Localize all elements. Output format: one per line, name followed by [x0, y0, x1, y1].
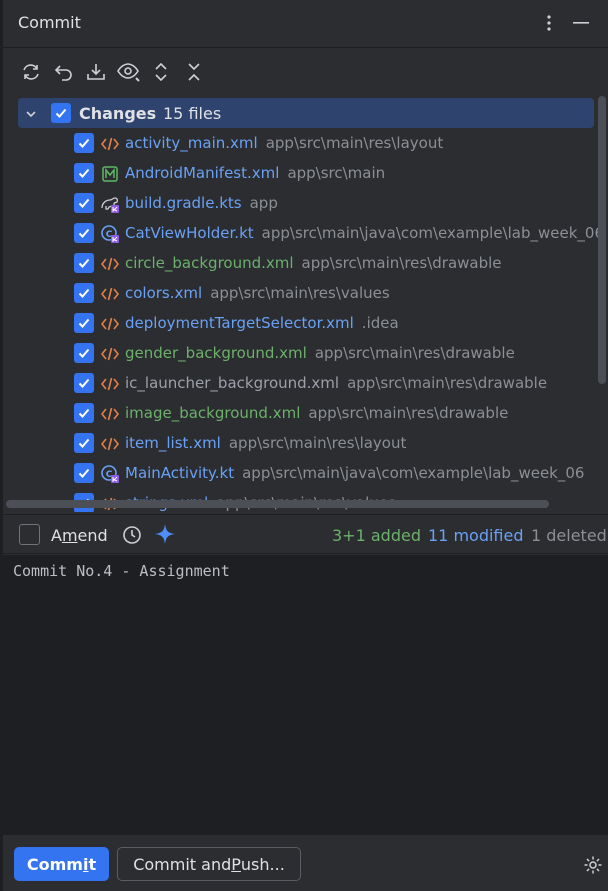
file-name: circle_background.xml app\src\main\res\dr… — [125, 254, 502, 272]
file-row[interactable]: AndroidManifest.xml app\src\main — [3, 158, 608, 188]
gradle-kts-file-icon — [100, 194, 120, 214]
xml-file-icon — [100, 284, 120, 304]
file-name: gender_background.xml app\src\main\res\dr… — [125, 344, 515, 362]
file-checkbox[interactable] — [74, 433, 94, 453]
file-path: app\src\main\res\drawable — [314, 344, 515, 362]
file-path: .idea — [361, 314, 399, 332]
chevron-down-icon[interactable] — [24, 106, 38, 120]
file-row[interactable]: image_background.xml app\src\main\res\dra… — [3, 398, 608, 428]
file-row[interactable]: C MainActivity.kt app\src\main\java\com\ex… — [3, 458, 608, 488]
changes-group-row[interactable]: Changes 15 files — [18, 98, 594, 128]
manifest-file-icon — [100, 164, 120, 184]
file-row[interactable]: item_list.xml app\src\main\res\layout — [3, 428, 608, 458]
file-row[interactable]: circle_background.xml app\src\main\res\dr… — [3, 248, 608, 278]
commit-message-editor[interactable]: Commit No.4 - Assignment — [3, 555, 608, 835]
tree-vertical-scrollbar[interactable] — [598, 96, 606, 384]
file-checkbox[interactable] — [74, 343, 94, 363]
file-path: app\src\main\java\com\example\lab_week_0… — [261, 224, 604, 242]
file-row[interactable]: activity_main.xml app\src\main\res\layout — [3, 128, 608, 158]
changes-tree[interactable]: Changes 15 files activity_main.xml app\sr… — [3, 98, 608, 512]
file-path: app\src\main\res\drawable — [301, 254, 502, 272]
commit-panel: Commit Changes 15 files activity_main.xm… — [0, 0, 608, 891]
file-checkbox[interactable] — [74, 373, 94, 393]
tree-horizontal-scrollbar[interactable] — [6, 500, 549, 508]
preview-diff-icon[interactable] — [117, 60, 141, 84]
shelve-icon[interactable] — [84, 60, 108, 84]
file-checkbox[interactable] — [74, 133, 94, 153]
changes-file-count: 15 files — [163, 104, 222, 123]
xml-file-icon — [100, 374, 120, 394]
file-path: app\src\main\res\layout — [228, 434, 407, 452]
file-path: app\src\main\java\com\example\lab_week_0… — [242, 464, 585, 482]
file-checkbox[interactable] — [74, 313, 94, 333]
commit-toolbar — [3, 54, 608, 90]
commit-header: Commit — [3, 0, 608, 48]
xml-file-icon — [100, 434, 120, 454]
file-name: MainActivity.kt app\src\main\java\com\exa… — [125, 464, 585, 482]
file-path: app\src\main\res\drawable — [308, 404, 509, 422]
file-row[interactable]: C CatViewHolder.kt app\src\main\java\com\e… — [3, 218, 608, 248]
file-name: image_background.xml app\src\main\res\dra… — [125, 404, 509, 422]
file-name: deploymentTargetSelector.xml .idea — [125, 314, 399, 332]
commit-options-bar: Amend 3+1 added 11 modified 1 deleted — [3, 514, 608, 554]
commit-and-push-button[interactable]: Commit and Push... — [117, 847, 301, 881]
xml-file-icon — [100, 254, 120, 274]
file-checkbox[interactable] — [74, 193, 94, 213]
refresh-icon[interactable] — [19, 60, 43, 84]
commit-message-text[interactable]: Commit No.4 - Assignment — [13, 562, 230, 580]
kotlin-class-icon: C — [100, 464, 120, 484]
changes-group-checkbox[interactable] — [51, 103, 71, 123]
file-checkbox[interactable] — [74, 223, 94, 243]
file-checkbox[interactable] — [74, 403, 94, 423]
minimize-icon[interactable] — [570, 12, 592, 34]
file-path: app\src\main — [287, 164, 386, 182]
collapse-all-icon[interactable] — [182, 60, 206, 84]
file-checkbox[interactable] — [74, 283, 94, 303]
more-vertical-icon[interactable] — [538, 12, 560, 34]
xml-file-icon — [100, 314, 120, 334]
file-name: ic_launcher_background.xml app\src\main\r… — [125, 374, 548, 392]
file-checkbox[interactable] — [74, 463, 94, 483]
file-row[interactable]: ic_launcher_background.xml app\src\main\r… — [3, 368, 608, 398]
panel-title: Commit — [18, 13, 81, 32]
file-name: AndroidManifest.xml app\src\main — [125, 164, 386, 182]
amend-checkbox[interactable] — [19, 524, 40, 545]
ai-sparkle-icon[interactable] — [154, 523, 176, 545]
modified-count: 11 modified — [428, 526, 524, 545]
xml-file-icon — [100, 134, 120, 154]
file-row[interactable]: build.gradle.kts app — [3, 188, 608, 218]
file-name: CatViewHolder.kt app\src\main\java\com\ex… — [125, 224, 604, 242]
gear-icon[interactable] — [583, 855, 603, 875]
file-path: app — [249, 194, 278, 212]
file-checkbox[interactable] — [74, 163, 94, 183]
deleted-count: 1 deleted — [531, 526, 607, 545]
file-row[interactable]: deploymentTargetSelector.xml .idea — [3, 308, 608, 338]
xml-file-icon — [100, 344, 120, 364]
commit-button[interactable]: Comm i t — [14, 847, 109, 881]
xml-file-icon — [100, 404, 120, 424]
file-checkbox[interactable] — [74, 253, 94, 273]
file-path: app\src\main\res\drawable — [347, 374, 548, 392]
file-row[interactable]: colors.xml app\src\main\res\values — [3, 278, 608, 308]
rollback-icon[interactable] — [52, 60, 76, 84]
kotlin-class-icon: C — [100, 224, 120, 244]
file-path: app\src\main\res\values — [210, 284, 390, 302]
commit-footer: Comm i t Commit and Push... — [3, 835, 608, 891]
file-name: colors.xml app\src\main\res\values — [125, 284, 390, 302]
file-row[interactable]: gender_background.xml app\src\main\res\dr… — [3, 338, 608, 368]
changes-group-label: Changes — [79, 104, 157, 123]
file-path: app\src\main\res\layout — [265, 134, 444, 152]
commit-history-clock-icon[interactable] — [121, 524, 143, 546]
added-count: 3+1 added — [332, 526, 421, 545]
file-name: item_list.xml app\src\main\res\layout — [125, 434, 407, 452]
amend-label[interactable]: Amend — [51, 526, 108, 545]
expand-all-icon[interactable] — [149, 60, 173, 84]
file-name: build.gradle.kts app — [125, 194, 278, 212]
file-name: activity_main.xml app\src\main\res\layout — [125, 134, 444, 152]
